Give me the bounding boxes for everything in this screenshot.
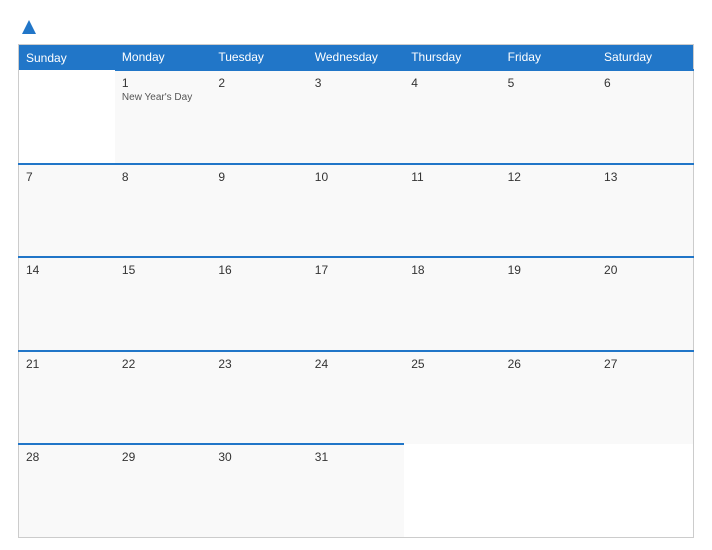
calendar-cell: 16 [211,257,307,351]
day-number: 16 [218,263,300,277]
day-number: 22 [122,357,204,371]
calendar-cell: 14 [19,257,115,351]
holiday-label: New Year's Day [122,92,204,103]
calendar-cell [597,444,693,538]
calendar-cell: 24 [308,351,404,445]
calendar-cell [404,444,500,538]
day-number: 15 [122,263,204,277]
logo-icon [20,18,38,36]
calendar-cell: 21 [19,351,115,445]
day-number: 17 [315,263,397,277]
calendar-cell: 29 [115,444,211,538]
calendar-cell: 18 [404,257,500,351]
calendar-cell: 3 [308,70,404,164]
calendar-cell: 10 [308,164,404,258]
calendar-cell: 1 New Year's Day [115,70,211,164]
day-number: 12 [508,170,590,184]
calendar-cell: 23 [211,351,307,445]
day-number: 9 [218,170,300,184]
calendar-table: SundayMondayTuesdayWednesdayThursdayFrid… [18,44,694,538]
day-number: 1 [122,76,204,90]
calendar-cell: 17 [308,257,404,351]
day-number: 10 [315,170,397,184]
weekday-header-sunday: Sunday [19,45,115,71]
day-number: 2 [218,76,300,90]
calendar-page: SundayMondayTuesdayWednesdayThursdayFrid… [0,0,712,550]
calendar-cell: 11 [404,164,500,258]
calendar-cell [501,444,597,538]
day-number: 20 [604,263,686,277]
calendar-cell: 31 [308,444,404,538]
weekday-header-friday: Friday [501,45,597,71]
week-row-4: 21 22 23 24 25 26 27 [19,351,694,445]
week-row-2: 789 10 11 12 13 [19,164,694,258]
logo [18,18,38,36]
calendar-cell: 20 [597,257,693,351]
day-number: 11 [411,170,493,184]
day-number: 5 [508,76,590,90]
week-row-5: 28 29 30 31 [19,444,694,538]
header [18,18,694,36]
calendar-cell: 19 [501,257,597,351]
day-number: 4 [411,76,493,90]
calendar-cell: 8 [115,164,211,258]
calendar-cell: 7 [19,164,115,258]
weekday-header-saturday: Saturday [597,45,693,71]
day-number: 27 [604,357,686,371]
day-number: 21 [26,357,108,371]
calendar-cell: 26 [501,351,597,445]
calendar-cell: 15 [115,257,211,351]
weekday-header-tuesday: Tuesday [211,45,307,71]
calendar-cell: 2 [211,70,307,164]
weekday-header-row: SundayMondayTuesdayWednesdayThursdayFrid… [19,45,694,71]
calendar-cell: 25 [404,351,500,445]
day-number: 30 [218,450,300,464]
calendar-cell: 6 [597,70,693,164]
day-number: 31 [315,450,397,464]
week-row-1: 1 New Year's Day 2 34 56 [19,70,694,164]
day-number: 28 [26,450,108,464]
day-number: 23 [218,357,300,371]
day-number: 8 [122,170,204,184]
calendar-cell [19,70,115,164]
day-number: 26 [508,357,590,371]
weekday-header-wednesday: Wednesday [308,45,404,71]
day-number: 7 [26,170,108,184]
day-number: 13 [604,170,686,184]
day-number: 19 [508,263,590,277]
logo-blue [18,18,38,36]
day-number: 24 [315,357,397,371]
day-number: 29 [122,450,204,464]
weekday-header-thursday: Thursday [404,45,500,71]
calendar-cell: 9 [211,164,307,258]
calendar-cell: 22 [115,351,211,445]
weekday-header-monday: Monday [115,45,211,71]
calendar-cell: 4 [404,70,500,164]
calendar-cell: 27 [597,351,693,445]
calendar-cell: 5 [501,70,597,164]
calendar-cell: 13 [597,164,693,258]
day-number: 14 [26,263,108,277]
calendar-cell: 12 [501,164,597,258]
day-number: 18 [411,263,493,277]
day-number: 25 [411,357,493,371]
day-number: 6 [604,76,686,90]
week-row-3: 14 15 16 17 18 19 20 [19,257,694,351]
calendar-cell: 28 [19,444,115,538]
day-number: 3 [315,76,397,90]
calendar-cell: 30 [211,444,307,538]
